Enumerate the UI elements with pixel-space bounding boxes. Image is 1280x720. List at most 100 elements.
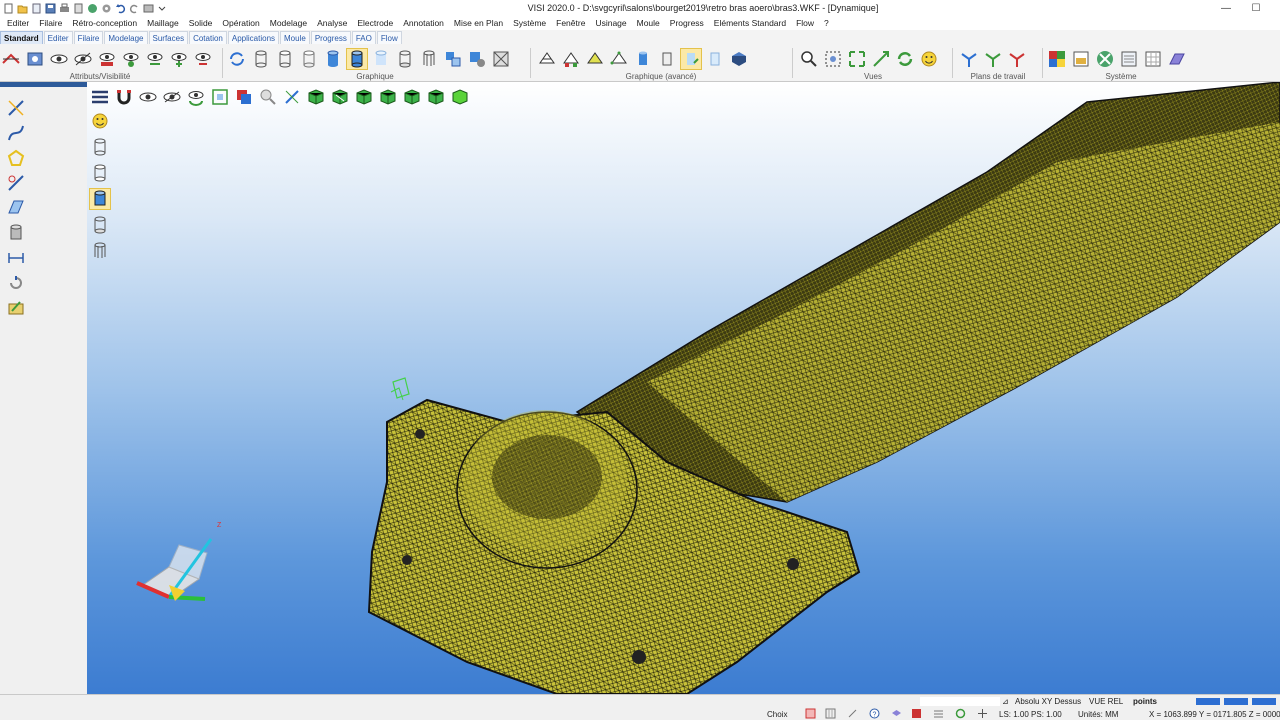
menu-progress[interactable]: Progress [665, 18, 709, 28]
multi-view-icon[interactable] [442, 48, 464, 70]
selection-filter-icon[interactable] [804, 708, 816, 719]
tab-cotation[interactable]: Cotation [189, 31, 227, 44]
section-view-icon[interactable] [490, 48, 512, 70]
zoom-icon[interactable] [798, 48, 820, 70]
menu-flow[interactable]: Flow [791, 18, 819, 28]
menu-analyse[interactable]: Analyse [312, 18, 352, 28]
material-icon[interactable] [728, 48, 750, 70]
visibility-add-icon[interactable] [168, 48, 190, 70]
menu-electrode[interactable]: Electrode [352, 18, 398, 28]
snap-grid-icon[interactable] [824, 708, 836, 719]
curve-tool-icon[interactable] [4, 121, 28, 145]
shaded-edges-cylinder-icon[interactable] [346, 48, 368, 70]
layers-status-icon[interactable] [890, 708, 902, 719]
menu-editer[interactable]: Editer [2, 18, 34, 28]
maximize-button[interactable]: ☐ [1240, 0, 1272, 16]
mesh-cylinder-icon[interactable] [418, 48, 440, 70]
tools-icon[interactable] [1094, 48, 1116, 70]
grid-settings-icon[interactable] [1142, 48, 1164, 70]
layers-icon[interactable] [0, 48, 22, 70]
show-eye-icon[interactable] [48, 48, 70, 70]
tab-flow[interactable]: Flow [376, 31, 402, 44]
polygon-tool-icon[interactable] [4, 146, 28, 170]
render-settings-icon[interactable] [466, 48, 488, 70]
tab-filaire[interactable]: Filaire [73, 31, 104, 44]
cylinder-light-icon[interactable] [704, 48, 726, 70]
menu-modelage[interactable]: Modelage [265, 18, 312, 28]
hidden-lines-cylinder-icon[interactable] [274, 48, 296, 70]
menu-help[interactable]: ? [819, 18, 834, 28]
minimize-button[interactable]: — [1210, 0, 1242, 16]
menu-solide[interactable]: Solide [184, 18, 218, 28]
tab-editer[interactable]: Editer [43, 31, 73, 44]
menu-retro-conception[interactable]: Rétro-conception [67, 18, 142, 28]
left-toolbar [0, 82, 87, 694]
shaded-cylinder-icon[interactable] [322, 48, 344, 70]
surface-tool-icon[interactable] [4, 196, 28, 220]
menu-elements-standard[interactable]: Eléments Standard [709, 18, 791, 28]
group-label-plans: Plans de travail [970, 72, 1026, 81]
tab-moule[interactable]: Moule [280, 31, 310, 44]
visibility-all-icon[interactable] [96, 48, 118, 70]
menu-fenetre[interactable]: Fenêtre [551, 18, 590, 28]
grid-status-icon[interactable] [976, 708, 988, 719]
cylinder-blue-icon[interactable] [632, 48, 654, 70]
menu-systeme[interactable]: Système [508, 18, 551, 28]
workplane-align-icon[interactable] [1006, 48, 1028, 70]
sketch-tool-icon[interactable] [4, 171, 28, 195]
solid-tool-icon[interactable] [4, 221, 28, 245]
rotate-view-icon[interactable] [894, 48, 916, 70]
3d-viewport[interactable]: Z [87, 82, 1280, 694]
line-tool-icon[interactable] [4, 96, 28, 120]
dimension-tool-icon[interactable] [4, 246, 28, 270]
transparent-cylinder-icon[interactable] [370, 48, 392, 70]
wireframe-cylinder-icon[interactable] [250, 48, 272, 70]
tab-applications[interactable]: Applications [227, 31, 280, 44]
list-status-icon[interactable] [932, 708, 944, 719]
mesh-nodes-icon[interactable] [608, 48, 630, 70]
tab-surfaces[interactable]: Surfaces [148, 31, 189, 44]
visibility-swap-icon[interactable] [144, 48, 166, 70]
menu-filaire[interactable]: Filaire [34, 18, 67, 28]
menu-mise-en-plan[interactable]: Mise en Plan [449, 18, 508, 28]
color-status-icon[interactable] [910, 708, 922, 719]
smiley-view-icon[interactable] [918, 48, 940, 70]
tab-standard[interactable]: Standard [0, 31, 43, 44]
menu-operation[interactable]: Opération [217, 18, 264, 28]
menu-maillage[interactable]: Maillage [142, 18, 184, 28]
tab-progress[interactable]: Progress [310, 31, 351, 44]
refresh-status-icon[interactable] [954, 708, 966, 719]
refresh-icon[interactable] [226, 48, 248, 70]
config-window-icon[interactable] [1070, 48, 1092, 70]
visibility-filter-icon[interactable] [120, 48, 142, 70]
zoom-extents-icon[interactable] [846, 48, 868, 70]
help-icon[interactable]: ? [868, 708, 880, 719]
mesh-display-icon[interactable] [536, 48, 558, 70]
menu-usinage[interactable]: Usinage [590, 18, 631, 28]
hide-eye-icon[interactable] [72, 48, 94, 70]
plane-settings-icon[interactable] [1166, 48, 1188, 70]
workplane-origin-icon[interactable] [982, 48, 1004, 70]
revolve-tool-icon[interactable] [4, 271, 28, 295]
cylinder-outline-icon[interactable] [656, 48, 678, 70]
dim-lines-cylinder-icon[interactable] [298, 48, 320, 70]
pan-arrow-icon[interactable] [870, 48, 892, 70]
command-input[interactable] [920, 697, 1000, 706]
settings-window-icon[interactable] [1118, 48, 1140, 70]
visibility-remove-icon[interactable] [192, 48, 214, 70]
edit-tool-icon[interactable] [4, 296, 28, 320]
mesh-colored-icon[interactable] [560, 48, 582, 70]
mesh-model[interactable] [87, 82, 1280, 694]
workplane-icon[interactable] [958, 48, 980, 70]
tab-fao[interactable]: FAO [351, 31, 376, 44]
snap-point-icon[interactable] [846, 708, 858, 719]
outline-cylinder-icon[interactable] [394, 48, 416, 70]
menu-moule[interactable]: Moule [632, 18, 665, 28]
zoom-window-icon[interactable] [822, 48, 844, 70]
menu-annotation[interactable]: Annotation [398, 18, 449, 28]
cylinder-highlight-icon[interactable] [680, 48, 702, 70]
attributes-icon[interactable] [24, 48, 46, 70]
tab-modelage[interactable]: Modelage [104, 31, 148, 44]
color-palette-icon[interactable] [1046, 48, 1068, 70]
mesh-shaded-icon[interactable] [584, 48, 606, 70]
